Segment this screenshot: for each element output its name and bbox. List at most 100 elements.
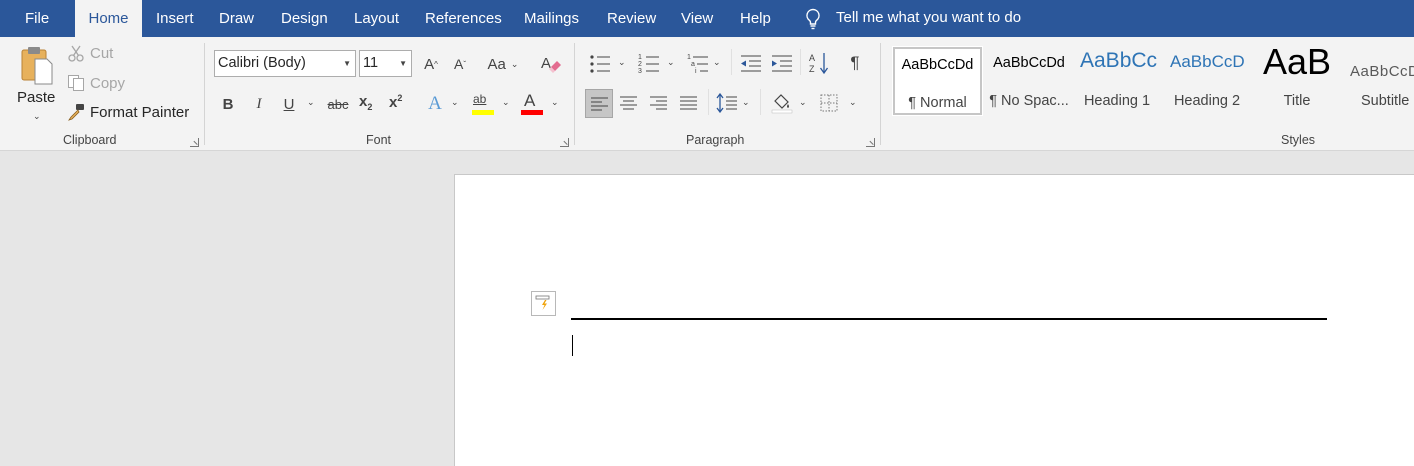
increase-indent-icon[interactable] (771, 54, 793, 74)
tab-design[interactable]: Design (281, 0, 328, 37)
style-normal[interactable]: AaBbCcDd ¶ Normal (892, 46, 983, 116)
font-name-dropdown-icon[interactable]: ▼ (343, 51, 351, 76)
font-group-label: Font (366, 133, 392, 147)
grow-font-icon[interactable]: A ^ (419, 53, 443, 75)
superscript-button[interactable]: x2 (389, 93, 411, 115)
show-formatting-marks-button[interactable]: ¶ (845, 52, 865, 74)
borders-icon[interactable] (820, 94, 838, 112)
tab-references[interactable]: References (425, 0, 502, 37)
tab-file[interactable]: File (25, 0, 49, 37)
style-heading-2[interactable]: AaBbCcD Heading 2 (1165, 47, 1249, 115)
highlight-dropdown-icon[interactable]: ⌄ (502, 97, 510, 108)
svg-text:A: A (809, 53, 815, 63)
style-no-spacing[interactable]: AaBbCcDd ¶ No Spac... (985, 47, 1073, 115)
bullets-icon[interactable] (589, 54, 611, 74)
ribbon: Paste ⌄ Cut Copy Format Painter Clipboar… (0, 37, 1414, 151)
ribbon-divider (204, 43, 205, 145)
line-spacing-icon[interactable] (716, 93, 738, 113)
menu-bar: File Home Insert Draw Design Layout Refe… (0, 0, 1414, 37)
style-preview: AaBbCcDd (901, 57, 974, 73)
paragraph-dialog-launcher-icon[interactable] (866, 138, 875, 147)
style-title[interactable]: AaB Title (1253, 41, 1341, 115)
change-case-button[interactable]: Aa ⌄ (483, 53, 523, 75)
tab-layout[interactable]: Layout (354, 0, 399, 37)
shading-dropdown-icon[interactable]: ⌄ (799, 97, 807, 108)
align-left-button[interactable] (585, 89, 613, 118)
tell-me-text: Tell me what you want to do (836, 9, 1022, 26)
tab-home[interactable]: Home (75, 0, 142, 37)
format-painter-button[interactable]: Format Painter (66, 102, 192, 124)
underline-dropdown-icon[interactable]: ⌄ (307, 97, 315, 108)
bold-button[interactable]: B (218, 93, 238, 115)
ribbon-divider (880, 43, 881, 145)
borders-dropdown-icon[interactable]: ⌄ (849, 97, 857, 108)
text-effects-dropdown-icon[interactable]: ⌄ (451, 97, 459, 108)
shrink-font-icon[interactable]: Aˇ (448, 53, 472, 75)
cut-button[interactable]: Cut (66, 43, 126, 65)
multilevel-list-dropdown-icon[interactable]: ⌄ (713, 57, 721, 68)
text-effects-button[interactable]: A (424, 92, 446, 116)
font-color-dropdown-icon[interactable]: ⌄ (551, 97, 559, 108)
toolbar-divider (760, 89, 761, 115)
change-case-label: Aa (487, 55, 506, 73)
decrease-indent-icon[interactable] (740, 54, 762, 74)
autocorrect-options-button[interactable] (531, 291, 556, 316)
paste-button[interactable]: Paste ⌄ (14, 43, 60, 125)
shading-icon[interactable] (771, 92, 793, 114)
clear-formatting-icon[interactable]: A (540, 53, 562, 75)
text-cursor (572, 335, 573, 356)
font-name-combobox[interactable]: Calibri (Body) ▼ (214, 50, 356, 77)
toolbar-divider (800, 49, 801, 75)
style-preview: AaBbCc (1080, 49, 1158, 72)
font-size-dropdown-icon[interactable]: ▼ (399, 51, 407, 76)
scissors-icon (68, 45, 84, 62)
numbering-dropdown-icon[interactable]: ⌄ (667, 57, 675, 68)
tab-mailings[interactable]: Mailings (524, 0, 579, 37)
change-case-dropdown-icon: ⌄ (510, 58, 519, 69)
multilevel-list-icon[interactable]: 1 a i (687, 52, 709, 74)
align-right-icon[interactable] (650, 96, 667, 110)
paste-dropdown-icon[interactable]: ⌄ (33, 111, 41, 122)
justify-icon[interactable] (680, 96, 697, 110)
horizontal-border-line (571, 318, 1327, 320)
strikethrough-button[interactable]: abc (326, 93, 350, 115)
tab-view[interactable]: View (681, 0, 713, 37)
svg-text:i: i (695, 68, 697, 74)
bullets-dropdown-icon[interactable]: ⌄ (618, 57, 626, 68)
sort-icon[interactable]: A Z (808, 51, 830, 75)
tab-review[interactable]: Review (607, 0, 656, 37)
italic-button[interactable]: I (249, 93, 269, 115)
font-dialog-launcher-icon[interactable] (560, 138, 569, 147)
tell-me-search[interactable]: Tell me what you want to do (805, 0, 1045, 37)
highlight-color-button[interactable]: ab (471, 91, 497, 117)
paste-label: Paste (17, 89, 56, 106)
svg-text:a: a (691, 61, 695, 68)
align-center-icon[interactable] (620, 96, 637, 110)
copy-label: Copy (90, 75, 126, 92)
font-size-combobox[interactable]: 11 ▼ (359, 50, 412, 77)
tab-insert[interactable]: Insert (156, 0, 194, 37)
font-color-label: A (524, 91, 536, 110)
style-subtitle[interactable]: AaBbCcD Subtitle (1345, 47, 1414, 115)
style-name: Subtitle (1361, 93, 1410, 109)
font-color-button[interactable]: A (520, 91, 546, 117)
style-name: ¶ Normal (908, 95, 967, 111)
document-page[interactable] (454, 174, 1414, 466)
tab-draw[interactable]: Draw (219, 0, 254, 37)
align-left-icon (591, 97, 608, 111)
style-heading-1[interactable]: AaBbCc Heading 1 (1075, 47, 1159, 115)
svg-text:3: 3 (638, 68, 642, 74)
clipboard-paste-icon (21, 47, 53, 85)
copy-button[interactable]: Copy (66, 73, 136, 95)
style-preview: AaBbCcD (1350, 63, 1414, 80)
svg-text:1: 1 (638, 54, 642, 61)
underline-button[interactable]: U (279, 93, 299, 115)
style-preview: AaBbCcDd (993, 55, 1065, 71)
tab-help[interactable]: Help (740, 0, 771, 37)
toolbar-divider (708, 89, 709, 115)
subscript-button[interactable]: x2 (359, 93, 381, 115)
clipboard-dialog-launcher-icon[interactable] (190, 138, 199, 147)
numbering-icon[interactable]: 1 2 3 (638, 52, 660, 74)
style-name: Heading 1 (1083, 93, 1151, 109)
line-spacing-dropdown-icon[interactable]: ⌄ (742, 97, 750, 108)
